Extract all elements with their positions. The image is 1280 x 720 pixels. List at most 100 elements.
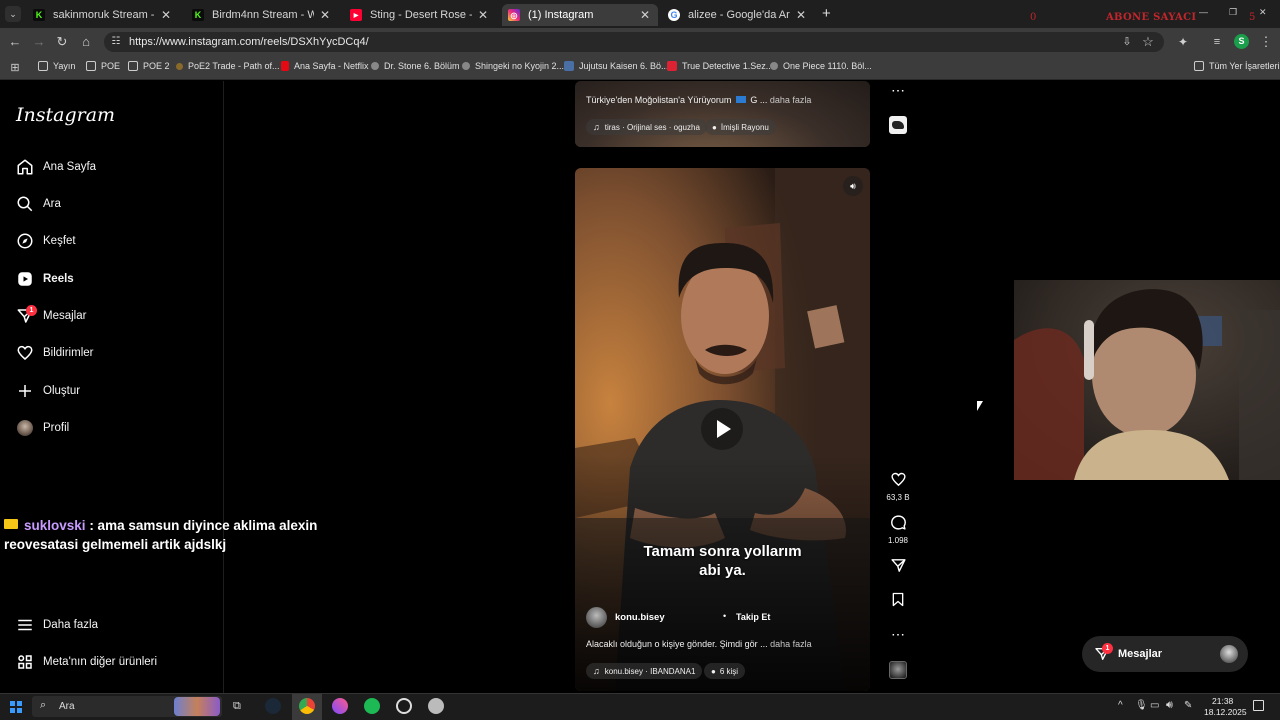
volume-icon[interactable]: 🔊︎ [843, 176, 863, 196]
menu-icon[interactable]: ⋮ [1258, 34, 1274, 50]
home-icon [16, 158, 34, 176]
browser-tab-active[interactable]: ◎ (1) Instagram ✕ [502, 4, 658, 26]
tab-search-button[interactable]: ⌄ [5, 6, 21, 22]
bookmark-item[interactable]: One Piece 1110. Böl... [770, 61, 872, 71]
install-app-icon[interactable]: ⇩ [1119, 34, 1135, 50]
browser-tab[interactable]: K Birdm4nn Stream - Watch Live ✕ [186, 4, 338, 26]
taskbar-search-label: Ara [59, 701, 75, 712]
bookmark-item[interactable]: POE 2 [128, 61, 170, 71]
bookmark-item[interactable]: PoE2 Trade - Path of... [176, 61, 280, 71]
volume-tray-icon[interactable]: 🔊︎ [1166, 699, 1173, 712]
close-tab-icon[interactable]: ✕ [638, 8, 652, 22]
extensions-icon[interactable]: ✦ [1175, 34, 1191, 50]
tagged-people-pill[interactable]: ● 6 kişi [704, 663, 746, 679]
close-window-button[interactable]: ✕ [1259, 7, 1267, 18]
caption-text: Alacaklı olduğun o kişiye gönder. Şimdi … [586, 639, 768, 649]
audio-pill[interactable]: ♫ tiras · Orijinal ses · oguzha [586, 119, 707, 135]
notification-center-icon[interactable] [1253, 700, 1264, 711]
spotify-icon[interactable] [364, 698, 380, 714]
browser-tab[interactable]: ▶ Sting - Desert Rose - YouTube ✕ [344, 4, 496, 26]
location-pill[interactable]: ● İmişli Rayonu [705, 119, 776, 135]
reel-card-current[interactable]: 🔊︎ Tamam sonra yollarım abi ya. konu.bis… [575, 168, 870, 691]
bookmark-item[interactable]: True Detective 1.Sez... [667, 61, 773, 71]
nav-reels[interactable]: Reels [16, 268, 74, 290]
more-options-icon[interactable]: ⋯ [886, 82, 910, 99]
browser-tab[interactable]: G alizee - Google'da Ara ✕ [662, 4, 814, 26]
bookmark-item[interactable]: POE [86, 61, 120, 71]
forward-icon[interactable]: → [31, 34, 47, 50]
new-tab-button[interactable]: + [822, 5, 831, 22]
microphone-icon[interactable]: 🎙︎ [1135, 700, 1148, 711]
audio-text: tiras · Orijinal ses · oguzha [604, 122, 700, 132]
site-info-icon[interactable]: ☷ [108, 34, 124, 50]
nav-explore[interactable]: Keşfet [16, 230, 76, 252]
reel-caption: Türkiye'den Moğolistan'a Yürüyorum G ...… [586, 95, 811, 105]
reel-card-previous[interactable]: Türkiye'den Moğolistan'a Yürüyorum G ...… [575, 81, 870, 147]
nav-home[interactable]: Ana Sayfa [16, 156, 96, 178]
author-username[interactable]: konu.bisey [615, 612, 665, 623]
maximize-button[interactable]: ❐ [1229, 7, 1237, 18]
audio-thumbnail[interactable] [889, 661, 907, 679]
bookmark-item[interactable]: Dr. Stone 6. Bölüm [371, 61, 460, 71]
tray-chevron-icon[interactable]: ^ [1118, 700, 1123, 711]
nav-create[interactable]: Oluştur [16, 380, 80, 402]
close-tab-icon[interactable]: ✕ [476, 8, 490, 22]
browser-tab[interactable]: K sakinmoruk Stream - Watch Live ✕ [27, 4, 179, 26]
dot-separator: • [723, 611, 727, 621]
more-options-icon[interactable]: ⋯ [886, 626, 910, 643]
bookmark-star-icon[interactable]: ☆ [1140, 34, 1156, 50]
obs-icon[interactable] [396, 698, 412, 714]
messenger-app-icon[interactable] [332, 698, 348, 714]
minimize-button[interactable]: — [1199, 7, 1208, 17]
back-icon[interactable]: ← [7, 34, 23, 50]
more-link[interactable]: daha fazla [770, 95, 812, 105]
audio-thumb-art [892, 121, 904, 129]
bookmark-item[interactable]: Shingeki no Kyojin 2... [462, 61, 564, 71]
close-tab-icon[interactable]: ✕ [159, 8, 173, 22]
url-text[interactable]: https://www.instagram.com/reels/DSXhYycD… [129, 36, 369, 48]
author-avatar[interactable] [586, 607, 607, 628]
bookmark-item[interactable]: Jujutsu Kaisen 6. Bö... [564, 61, 669, 71]
nav-meta-products[interactable]: Meta'nın diğer ürünleri [16, 651, 157, 673]
send-icon [890, 559, 906, 572]
google-icon: G [668, 9, 680, 21]
close-tab-icon[interactable]: ✕ [318, 8, 332, 22]
share-button[interactable] [886, 557, 910, 579]
audio-thumbnail[interactable] [889, 116, 907, 134]
nav-more[interactable]: Daha fazla [16, 614, 98, 636]
all-bookmarks[interactable]: Tüm Yer İşaretleri [1194, 61, 1280, 71]
windows-start-icon[interactable] [10, 701, 22, 713]
clock-time[interactable]: 21:38 [1212, 696, 1233, 706]
taskbar-search-box[interactable]: ⌕ Ara [32, 696, 222, 717]
save-button[interactable] [886, 591, 910, 613]
pen-icon[interactable]: ✎ [1184, 700, 1192, 711]
reload-icon[interactable]: ↻ [54, 34, 70, 50]
bookmark-item[interactable]: Yayın [38, 61, 75, 71]
network-icon[interactable]: ▭ [1150, 700, 1159, 711]
follow-button[interactable]: Takip Et [736, 612, 770, 622]
nav-notifications[interactable]: Bildirimler [16, 342, 93, 364]
clock-date[interactable]: 18.12.2025 [1204, 707, 1247, 717]
comment-button[interactable]: 1.098 [886, 514, 910, 545]
chrome-icon[interactable] [299, 698, 315, 714]
like-button[interactable]: 63,3 B [886, 471, 910, 502]
audio-pill[interactable]: ♫ konu.bisey · IBANDANA1 [586, 663, 703, 679]
instagram-logo[interactable]: Instagram [16, 104, 115, 126]
nav-profile[interactable]: Profil [16, 417, 69, 439]
media-control-icon[interactable]: ≡ [1209, 34, 1225, 50]
messages-float-button[interactable]: Mesajlar [1082, 636, 1248, 672]
apps-icon[interactable]: ⊞ [7, 60, 23, 76]
play-button[interactable] [701, 408, 743, 450]
bookmark-item[interactable]: Ana Sayfa - Netflix [281, 61, 369, 71]
steam-icon[interactable] [265, 698, 281, 714]
home-icon[interactable]: ⌂ [78, 34, 94, 50]
task-view-icon[interactable]: ⧉ [233, 700, 241, 713]
profile-avatar[interactable]: S [1234, 34, 1249, 49]
nav-search[interactable]: Ara [16, 193, 61, 215]
folder-icon [128, 61, 138, 71]
app-icon[interactable] [428, 698, 444, 714]
more-link[interactable]: daha fazla [770, 639, 812, 649]
streamer-webcam [1014, 280, 1280, 480]
heart-icon [890, 472, 906, 487]
close-tab-icon[interactable]: ✕ [794, 8, 808, 22]
